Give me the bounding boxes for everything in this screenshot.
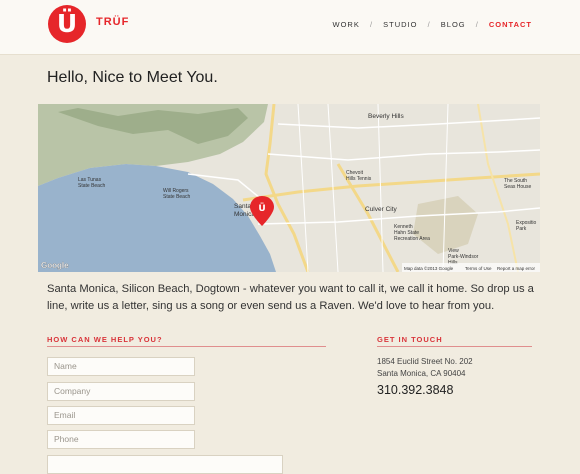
map-canvas[interactable]: Beverly Hills Las Tunas State Beach Will… (38, 104, 540, 272)
phone-number[interactable]: 310.392.3848 (377, 383, 453, 397)
map-label: Hills Tennis (346, 176, 372, 182)
main-nav: WORK / STUDIO / BLOG / CONTACT (333, 19, 532, 29)
logo-mark[interactable]: Ü (48, 5, 86, 43)
form-section-title: HOW CAN WE HELP YOU? (47, 335, 163, 344)
company-field[interactable]: Company (47, 382, 195, 401)
site-header: Ü TRÜF WORK / STUDIO / BLOG / CONTACT (0, 0, 580, 55)
address-line-2: Santa Monica, CA 90404 (377, 369, 466, 378)
map-pin-label: Ü (258, 203, 265, 214)
map-attribution: Map data ©2013 Google (404, 265, 454, 271)
nav-separator: / (475, 19, 479, 29)
nav-blog[interactable]: BLOG (441, 20, 466, 29)
logo-wordmark[interactable]: TRÜF (96, 16, 129, 28)
map-label: Seas House (504, 184, 531, 190)
page-title: Hello, Nice to Meet You. (47, 69, 218, 86)
map-label: State Beach (78, 183, 105, 189)
map-terms-link[interactable]: Terms of Use (465, 266, 492, 271)
map-label: Recreation Area (394, 236, 430, 242)
phone-field[interactable]: Phone (47, 430, 195, 449)
email-field[interactable]: Email (47, 406, 195, 425)
address-line-1: 1854 Euclid Street No. 202 (377, 357, 473, 366)
nav-work[interactable]: WORK (333, 20, 360, 29)
nav-separator: / (427, 19, 431, 29)
map-label: Culver City (365, 206, 398, 213)
map-label: Beverly Hills (368, 113, 405, 120)
location-map[interactable]: Beverly Hills Las Tunas State Beach Will… (38, 104, 540, 272)
nav-contact[interactable]: CONTACT (489, 20, 532, 29)
name-field[interactable]: Name (47, 357, 195, 376)
google-logo[interactable]: Google (41, 261, 69, 270)
nav-studio[interactable]: STUDIO (383, 20, 417, 29)
contact-section-divider (377, 346, 532, 347)
nav-separator: / (369, 19, 374, 29)
map-report-link[interactable]: Report a map error (497, 266, 536, 271)
map-label: Park (516, 226, 527, 232)
contact-section-title: GET IN TOUCH (377, 335, 443, 344)
map-label: Santa (234, 203, 251, 210)
message-field[interactable] (47, 455, 283, 474)
intro-text: Santa Monica, Silicon Beach, Dogtown - w… (47, 283, 534, 312)
form-section-divider (47, 346, 326, 347)
map-label: State Beach (163, 194, 190, 200)
